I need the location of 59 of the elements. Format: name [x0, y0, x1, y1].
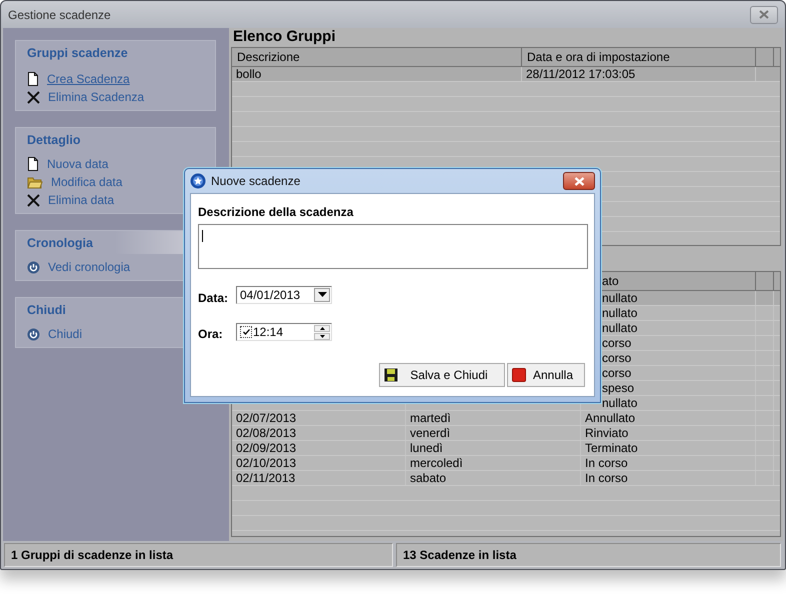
window-title: Gestione scadenze	[8, 8, 111, 22]
checkbox[interactable]	[240, 326, 252, 338]
table-cell: 02/07/2013	[232, 411, 406, 425]
page-icon	[27, 157, 39, 171]
table-row[interactable]: 02/08/2013 venerdì Rinviato	[232, 426, 780, 441]
table-cell: mercoledì	[406, 456, 581, 470]
field-label: Descrizione della scadenza	[198, 205, 354, 219]
table-cell: In corso	[581, 471, 756, 485]
table-cell: In corso	[581, 456, 756, 470]
table-row[interactable]: bollo 28/11/2012 17:03:05	[232, 67, 780, 82]
spin-up-button[interactable]	[314, 324, 330, 332]
delete-icon	[27, 194, 40, 206]
table-cell: martedì	[406, 411, 581, 425]
stop-icon	[512, 368, 526, 382]
table-cell: Rinviato	[581, 426, 756, 440]
close-icon	[759, 10, 769, 19]
table-cell: 02/09/2013	[232, 441, 406, 455]
check-icon	[242, 329, 250, 335]
description-field[interactable]	[198, 224, 588, 269]
cancel-button[interactable]: Annulla	[507, 363, 585, 387]
table-cell: 28/11/2012 17:03:05	[522, 67, 756, 81]
down-arrow-icon	[320, 334, 324, 338]
panel-title: Dettaglio	[26, 132, 82, 149]
table-row[interactable]: 02/10/2013 mercoledì In corso	[232, 456, 780, 471]
table-cell: Terminato	[581, 441, 756, 455]
folder-icon	[27, 176, 43, 188]
page-icon	[27, 72, 39, 86]
dialog-title: Nuove scadenze	[211, 174, 300, 188]
up-arrow-icon	[320, 326, 324, 330]
table-row[interactable]: 02/07/2013 martedì Annullato	[232, 411, 780, 426]
field-label: Data:	[198, 290, 230, 305]
time-field[interactable]: 12:14	[236, 323, 332, 341]
status-text: 1 Gruppi di scadenze in lista	[4, 543, 393, 567]
table-cell: lunedì	[406, 441, 581, 455]
close-button[interactable]	[563, 172, 595, 190]
panel-title: Gruppi scadenze	[26, 44, 129, 62]
column-header[interactable]: Data e ora di impostazione	[522, 48, 756, 66]
spin-down-button[interactable]	[314, 332, 330, 340]
table-cell: bollo	[232, 67, 522, 81]
delete-icon	[27, 90, 40, 104]
save-button[interactable]: Salva e Chiudi	[379, 363, 505, 387]
table-cell: 02/08/2013	[232, 426, 406, 440]
date-picker[interactable]: 04/01/2013	[236, 286, 332, 304]
table-title: Elenco Gruppi	[232, 28, 337, 46]
power-icon	[27, 260, 40, 274]
power-icon	[27, 328, 40, 340]
close-icon	[574, 176, 584, 186]
status-text: 13 Scadenze in lista	[396, 543, 781, 567]
app-icon	[190, 173, 206, 189]
table-cell: Annullato	[581, 411, 756, 425]
table-cell: 02/11/2013	[232, 471, 406, 485]
table-cell: venerdì	[406, 426, 581, 440]
field-label: Ora:	[198, 326, 224, 341]
table-cell: 02/10/2013	[232, 456, 406, 470]
table-cell: sabato	[406, 471, 581, 485]
column-header[interactable]: Descrizione	[232, 48, 522, 66]
floppy-icon	[384, 368, 398, 382]
dropdown-button[interactable]	[314, 288, 330, 302]
table-row[interactable]: 02/09/2013 lunedì Terminato	[232, 441, 780, 456]
